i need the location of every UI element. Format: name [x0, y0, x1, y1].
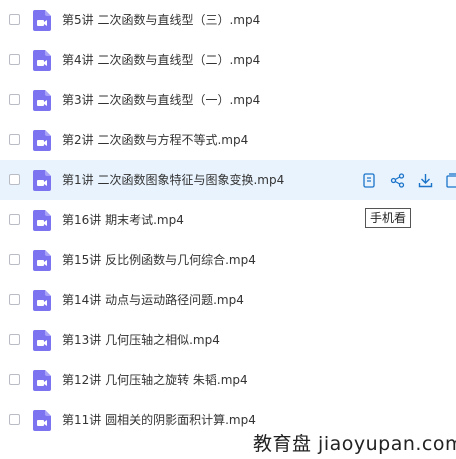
file-checkbox[interactable] [9, 334, 20, 345]
video-file-icon [33, 250, 51, 271]
file-name[interactable]: 第4讲 二次函数与直线型（二）.mp4 [62, 40, 260, 80]
file-row[interactable]: 第15讲 反比例函数与几何综合.mp4 [0, 240, 456, 280]
file-checkbox[interactable] [9, 374, 20, 385]
file-name[interactable]: 第11讲 圆相关的阴影面积计算.mp4 [62, 400, 256, 440]
video-file-icon [33, 330, 51, 351]
file-name[interactable]: 第14讲 动点与运动路径问题.mp4 [62, 280, 244, 320]
watermark: 教育盘 jiaoyupan.com [247, 430, 456, 458]
file-row[interactable]: 第4讲 二次函数与直线型（二）.mp4 [0, 40, 456, 80]
file-checkbox[interactable] [9, 294, 20, 305]
file-name[interactable]: 第15讲 反比例函数与几何综合.mp4 [62, 240, 256, 280]
file-row[interactable]: 第13讲 几何压轴之相似.mp4 [0, 320, 456, 360]
row-actions [362, 172, 456, 188]
file-checkbox[interactable] [9, 94, 20, 105]
file-row[interactable]: 第2讲 二次函数与方程不等式.mp4 [0, 120, 456, 160]
download-icon[interactable] [418, 172, 446, 188]
file-name[interactable]: 第2讲 二次函数与方程不等式.mp4 [62, 120, 248, 160]
video-file-icon [33, 90, 51, 111]
video-file-icon [33, 10, 51, 31]
file-name[interactable]: 第5讲 二次函数与直线型（三）.mp4 [62, 0, 260, 40]
video-file-icon [33, 410, 51, 431]
phone-view-icon[interactable] [362, 172, 390, 188]
file-checkbox[interactable] [9, 14, 20, 25]
file-row[interactable]: 第14讲 动点与运动路径问题.mp4 [0, 280, 456, 320]
file-name[interactable]: 第13讲 几何压轴之相似.mp4 [62, 320, 220, 360]
file-name[interactable]: 第16讲 期末考试.mp4 [62, 200, 184, 240]
video-file-icon [33, 370, 51, 391]
share-icon[interactable] [390, 172, 418, 188]
file-name[interactable]: 第12讲 几何压轴之旋转 朱韬.mp4 [62, 360, 248, 400]
video-file-icon [33, 290, 51, 311]
file-checkbox[interactable] [9, 254, 20, 265]
file-checkbox[interactable] [9, 54, 20, 65]
tooltip-phone-view: 手机看 [365, 208, 412, 228]
file-name[interactable]: 第3讲 二次函数与直线型（一）.mp4 [62, 80, 260, 120]
file-name[interactable]: 第1讲 二次函数图象特征与图象变换.mp4 [62, 160, 284, 200]
file-row[interactable]: 第12讲 几何压轴之旋转 朱韬.mp4 [0, 360, 456, 400]
more-icon[interactable] [446, 172, 456, 188]
video-file-icon [33, 50, 51, 71]
video-file-icon [33, 210, 51, 231]
file-checkbox[interactable] [9, 214, 20, 225]
file-checkbox[interactable] [9, 134, 20, 145]
video-file-icon [33, 130, 51, 151]
video-file-icon [33, 170, 51, 191]
file-row[interactable]: 第5讲 二次函数与直线型（三）.mp4 [0, 0, 456, 40]
file-checkbox[interactable] [9, 414, 20, 425]
file-row[interactable]: 第1讲 二次函数图象特征与图象变换.mp4 [0, 160, 456, 200]
file-row[interactable]: 第3讲 二次函数与直线型（一）.mp4 [0, 80, 456, 120]
file-checkbox[interactable] [9, 174, 20, 185]
